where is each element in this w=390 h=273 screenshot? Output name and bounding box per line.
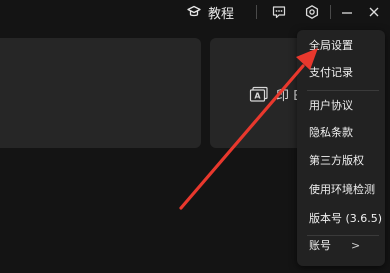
chevron-right-icon: > [351, 238, 361, 252]
menu-item-user-agreement[interactable]: 用户协议 [309, 93, 381, 117]
title-bar-divider [256, 5, 257, 19]
minimize-icon [340, 5, 354, 19]
menu-item-account[interactable]: 账号 > [309, 233, 381, 257]
menu-item-version[interactable]: 版本号 (3.6.5) [309, 206, 383, 230]
minimize-button[interactable] [337, 2, 357, 22]
menu-item-privacy-policy[interactable]: 隐私条款 [309, 120, 381, 144]
menu-item-label: 隐私条款 [309, 126, 353, 139]
title-bar: 教程 [0, 0, 390, 26]
title-bar-divider [330, 5, 331, 19]
tutorial-label: 教程 [208, 6, 235, 22]
feedback-button[interactable] [269, 2, 289, 22]
close-button[interactable] [364, 2, 384, 22]
menu-item-label: 用户协议 [309, 99, 353, 112]
settings-button[interactable] [302, 2, 322, 22]
feedback-icon [271, 4, 287, 20]
menu-item-label: 支付记录 [309, 66, 353, 79]
settings-dropdown-menu: 全局设置 支付记录 用户协议 隐私条款 第三方版权 使用环境检测 版本号 (3.… [297, 30, 385, 266]
svg-text:A: A [254, 92, 261, 101]
menu-item-payment-records[interactable]: 支付记录 [309, 60, 381, 84]
menu-item-label: 版本号 (3.6.5) [309, 212, 383, 225]
graduation-cap-icon [186, 4, 202, 20]
close-icon [367, 5, 381, 19]
screen-a-icon: A [249, 86, 269, 106]
menu-item-environment-check[interactable]: 使用环境检测 [309, 177, 381, 201]
tutorial-button[interactable]: 教程 [186, 1, 234, 23]
app-window: 教程 A 印 E 全局设置 支付记录 用户协议 隐私条款 第三方版权 使用环境检… [0, 0, 390, 273]
menu-item-label: 第三方版权 [309, 154, 364, 167]
menu-item-global-settings[interactable]: 全局设置 [309, 33, 381, 57]
menu-item-label: 使用环境检测 [309, 183, 375, 196]
feature-card[interactable] [0, 38, 201, 148]
menu-item-label: 账号 [309, 239, 331, 252]
menu-item-third-party-copyright[interactable]: 第三方版权 [309, 148, 381, 172]
settings-gear-icon [304, 4, 320, 20]
menu-divider [307, 90, 379, 91]
menu-item-label: 全局设置 [309, 39, 353, 52]
